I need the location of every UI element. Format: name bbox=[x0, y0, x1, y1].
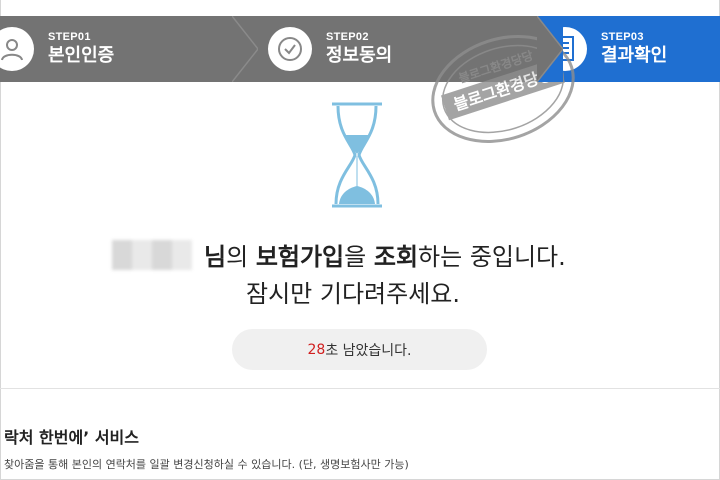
hourglass-icon bbox=[332, 102, 382, 208]
countdown-seconds: 28 bbox=[307, 341, 326, 358]
message-text: 의 bbox=[226, 243, 256, 271]
service-description: 찾아줌을 통해 본인의 연락처를 일괄 변경신청하실 수 있습니다. (단, 생… bbox=[4, 458, 409, 471]
step-label: 본인인증 bbox=[48, 45, 115, 66]
message-text: 하는 중입니다. bbox=[418, 243, 566, 271]
countdown-badge: 28 초 남았습니다. bbox=[232, 329, 487, 370]
service-title: 락처 한번에’ 서비스 bbox=[4, 428, 139, 447]
countdown-text: 초 남았습니다. bbox=[325, 342, 412, 359]
person-icon bbox=[0, 27, 34, 71]
loading-message: 님의 보험가입을 조회하는 중입니다. bbox=[112, 240, 566, 273]
step-label: 결과확인 bbox=[601, 45, 668, 66]
step-label: 정보동의 bbox=[326, 45, 393, 66]
blurred-user-name bbox=[112, 240, 192, 270]
progress-stepper: STEP01 본인인증 STEP02 정보동의 STEP03 결과확인 bbox=[0, 16, 720, 82]
step-number: STEP01 bbox=[48, 31, 91, 43]
step-number: STEP03 bbox=[601, 31, 644, 43]
step-identity-verification: STEP01 본인인증 bbox=[0, 16, 258, 82]
chevron-right-icon bbox=[232, 16, 258, 82]
step-number: STEP02 bbox=[326, 31, 369, 43]
message-emphasis: 조회 bbox=[373, 243, 419, 271]
step-consent: STEP02 정보동의 bbox=[232, 16, 563, 82]
section-divider bbox=[0, 388, 720, 389]
message-emphasis: 보험가입 bbox=[255, 243, 345, 271]
please-wait-message: 잠시만 기다려주세요. bbox=[246, 280, 460, 308]
step-result: STEP03 결과확인 bbox=[537, 16, 720, 82]
message-text: 을 bbox=[344, 243, 374, 271]
name-suffix: 님 bbox=[204, 243, 227, 271]
check-circle-icon bbox=[268, 27, 312, 71]
chevron-right-icon bbox=[537, 16, 563, 82]
